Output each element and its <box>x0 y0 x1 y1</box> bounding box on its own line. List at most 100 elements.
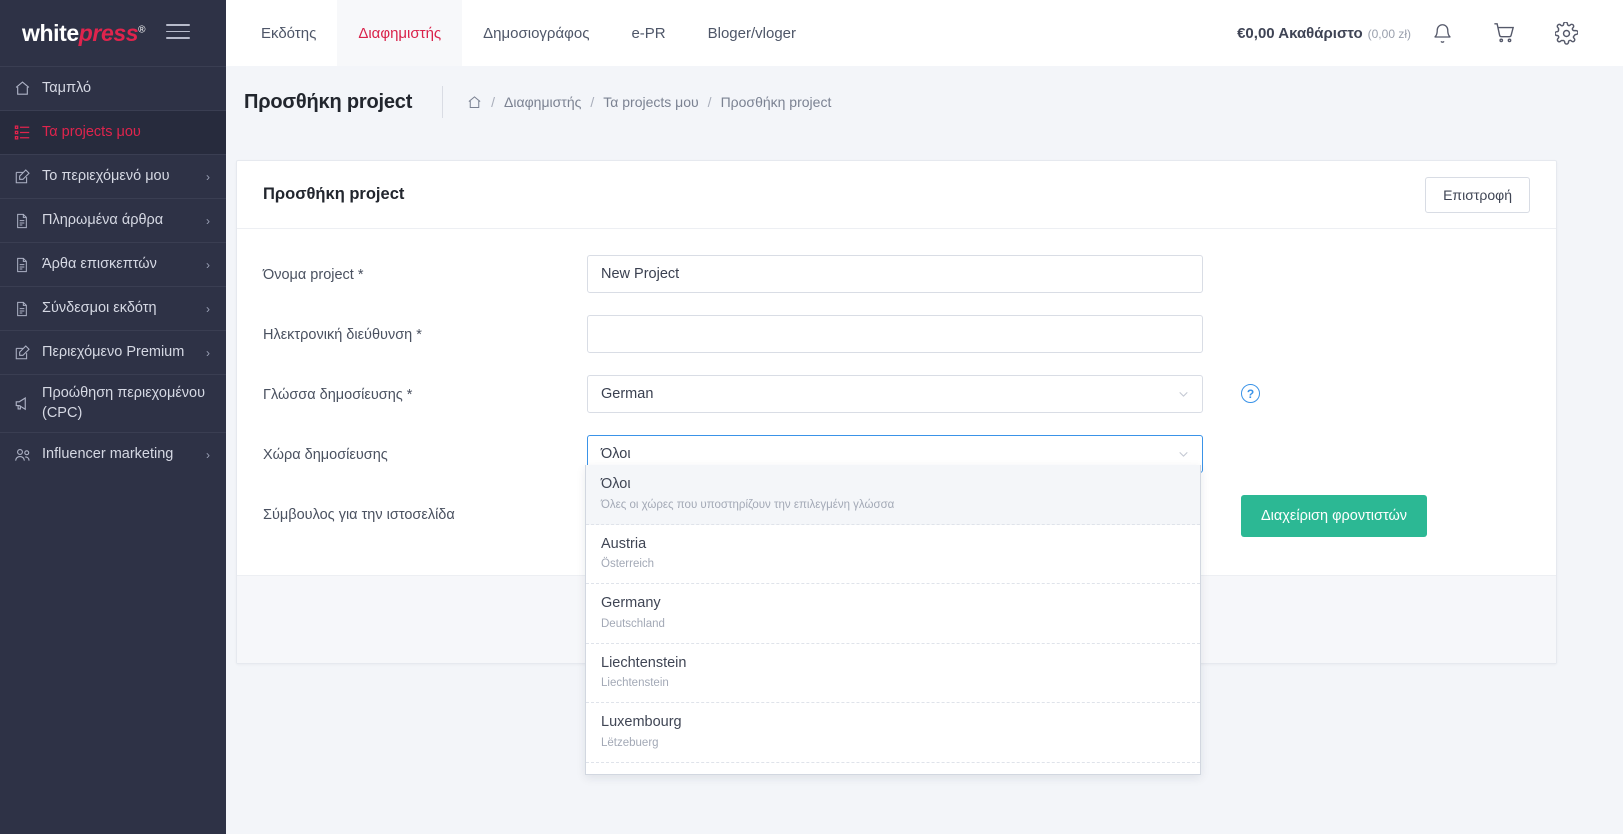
dropdown-option-2[interactable]: Germany Deutschland <box>586 584 1200 644</box>
control-email <box>587 315 1203 353</box>
label-advisor: Σύμβουλος για την ιστοσελίδα <box>263 507 455 523</box>
sidebar: whitepress® Ταμπλό Τα projects μου Το περι… <box>0 0 226 834</box>
sidebar-item-label: Το περιεχόμενό μου <box>42 167 170 184</box>
help-wrapper: ? <box>1203 375 1260 403</box>
chevron-right-icon: › <box>206 213 210 228</box>
top-bar: Εκδότης Διαφημιστής Δημοσιογράφος e-PR Bloge… <box>226 0 1623 66</box>
breadcrumb-item-0[interactable]: Διαφημιστής <box>504 94 581 110</box>
app-root: whitepress® Ταμπλό Τα projects μου Το περι… <box>0 0 1623 834</box>
back-button[interactable]: Επιστροφή <box>1425 176 1530 213</box>
sidebar-item-label: Πληρωμένα άρθρα <box>42 211 164 228</box>
breadcrumb-item-2[interactable]: Προσθήκη project <box>721 94 832 110</box>
list-icon <box>14 124 40 141</box>
users-icon <box>14 446 40 464</box>
brand-header: whitepress® <box>0 0 226 66</box>
hamburger-menu-icon[interactable] <box>166 24 190 44</box>
balance-secondary: (0,00 zł) <box>1367 26 1411 41</box>
option-name: Luxembourg <box>601 714 682 730</box>
document-icon <box>14 257 40 273</box>
document-icon <box>14 301 40 317</box>
breadcrumb-separator: / <box>491 94 496 110</box>
control-project-name: New Project <box>587 255 1203 293</box>
sidebar-item-4[interactable]: Άρθα επισκεπτών › <box>0 242 226 286</box>
chevron-right-icon: › <box>206 447 210 462</box>
tab-1[interactable]: Διαφημιστής <box>337 0 463 66</box>
card-title: Προσθήκη project <box>263 185 405 203</box>
sidebar-item-0[interactable]: Ταμπλό <box>0 66 226 110</box>
option-subtitle: Deutschland <box>601 617 665 630</box>
dropdown-option-4[interactable]: Luxembourg Lëtzebuerg <box>586 703 1200 763</box>
whitepress-logo[interactable]: whitepress® <box>22 19 146 47</box>
home-icon[interactable] <box>467 95 482 110</box>
bell-icon[interactable] <box>1411 23 1473 44</box>
option-subtitle: Όλες οι χώρες που υποστηρίζουν την επιλε… <box>601 498 895 511</box>
help-icon[interactable]: ? <box>1241 384 1260 403</box>
gear-icon[interactable] <box>1535 21 1597 45</box>
sidebar-item-label: Σύνδεσμοι εκδότη <box>42 299 157 316</box>
account-balance: €0,00 Ακαθάριστο (0,00 zł) <box>1237 25 1411 42</box>
label-email: Ηλεκτρονική διεύθυνση * <box>263 327 422 343</box>
sidebar-item-label: Ταμπλό <box>42 79 92 96</box>
field-row-project-name: Όνομα project * New Project <box>263 255 1530 293</box>
dropdown-option-5[interactable]: SwitzerlandSchweiz <box>586 763 1200 775</box>
balance-amount: €0,00 Ακαθάριστο <box>1237 24 1363 42</box>
email-input[interactable] <box>587 315 1203 353</box>
field-row-language: Γλώσσα δημοσίευσης * German ? <box>263 375 1530 413</box>
country-dropdown-list: Όλοι Όλες οι χώρες που υποστηρίζουν την ε… <box>585 465 1201 775</box>
top-nav: Εκδότης Διαφημιστής Δημοσιογράφος e-PR Bloge… <box>226 0 817 66</box>
sidebar-item-label: Άρθα επισκεπτών <box>42 255 157 272</box>
sidebar-item-1[interactable]: Τα projects μου <box>0 110 226 154</box>
dropdown-option-1[interactable]: Austria Österreich <box>586 525 1200 584</box>
manage-tutors-button[interactable]: Διαχείριση φροντιστών <box>1241 495 1428 537</box>
option-name: Germany <box>601 595 661 611</box>
tab-0[interactable]: Εκδότης <box>240 0 337 66</box>
sidebar-item-label: Προώθηση περιεχομένου (CPC) <box>42 385 206 421</box>
top-bar-right: €0,00 Ακαθάριστο (0,00 zł) <box>1237 0 1623 66</box>
option-subtitle: Lëtzebuerg <box>601 736 659 749</box>
breadcrumb-separator: / <box>707 94 712 110</box>
chevron-right-icon: › <box>206 169 210 184</box>
project-name-input[interactable]: New Project <box>587 255 1203 293</box>
field-row-email: Ηλεκτρονική διεύθυνση * <box>263 315 1530 353</box>
tab-4[interactable]: Bloger/vloger <box>687 0 817 66</box>
label-language: Γλώσσα δημοσίευσης * <box>263 387 413 403</box>
cart-icon[interactable] <box>1473 22 1535 44</box>
sidebar-item-7[interactable]: Προώθηση περιεχομένου (CPC) <box>0 374 226 432</box>
edit-icon <box>14 344 40 361</box>
sidebar-item-6[interactable]: Περιεχόμενο Premium › <box>0 330 226 374</box>
sidebar-item-3[interactable]: Πληρωμένα άρθρα › <box>0 198 226 242</box>
control-language: German <box>587 375 1203 413</box>
logo-registered: ® <box>138 23 146 35</box>
label-country: Χώρα δημοσίευσης <box>263 447 388 463</box>
logo-press: press <box>78 19 139 46</box>
sidebar-item-label: Influencer marketing <box>42 445 174 462</box>
megaphone-icon <box>14 395 40 413</box>
option-name: Όλοι <box>601 476 631 492</box>
sidebar-item-label: Περιεχόμενο Premium <box>42 343 185 360</box>
breadcrumb: / Διαφημιστής / Τα projects μου / Προσθήκη pr… <box>467 94 831 110</box>
sidebar-item-2[interactable]: Το περιεχόμενό μου › <box>0 154 226 198</box>
chevron-right-icon: › <box>206 345 210 360</box>
breadcrumb-item-1[interactable]: Τα projects μου <box>603 94 698 110</box>
header-divider <box>442 86 444 118</box>
sidebar-item-5[interactable]: Σύνδεσμοι εκδότη › <box>0 286 226 330</box>
home-icon <box>14 80 40 97</box>
card-header: Προσθήκη project Επιστροφή <box>237 161 1556 229</box>
dropdown-option-3[interactable]: Liechtenstein Liechtenstein <box>586 644 1200 703</box>
sidebar-item-label: Τα projects μου <box>42 123 141 140</box>
tab-2[interactable]: Δημοσιογράφος <box>462 0 610 66</box>
language-select[interactable]: German <box>587 375 1203 413</box>
sidebar-item-8[interactable]: Influencer marketing › <box>0 432 226 476</box>
page-header: Προσθήκη project / Διαφημιστής / Τα project… <box>226 66 1623 138</box>
tab-3[interactable]: e-PR <box>610 0 686 66</box>
dropdown-option-0[interactable]: Όλοι Όλες οι χώρες που υποστηρίζουν την ε… <box>586 465 1200 525</box>
sidebar-nav: Ταμπλό Τα projects μου Το περιεχόμενό μου ›… <box>0 66 226 476</box>
option-name: Austria <box>601 535 647 552</box>
option-name: Liechtenstein <box>601 654 687 671</box>
option-subtitle: Österreich <box>601 558 655 571</box>
breadcrumb-separator: / <box>590 94 595 110</box>
logo-white: white <box>22 19 79 46</box>
edit-icon <box>14 168 40 185</box>
option-subtitle: Liechtenstein <box>601 677 669 690</box>
label-project-name: Όνομα project * <box>263 267 364 283</box>
